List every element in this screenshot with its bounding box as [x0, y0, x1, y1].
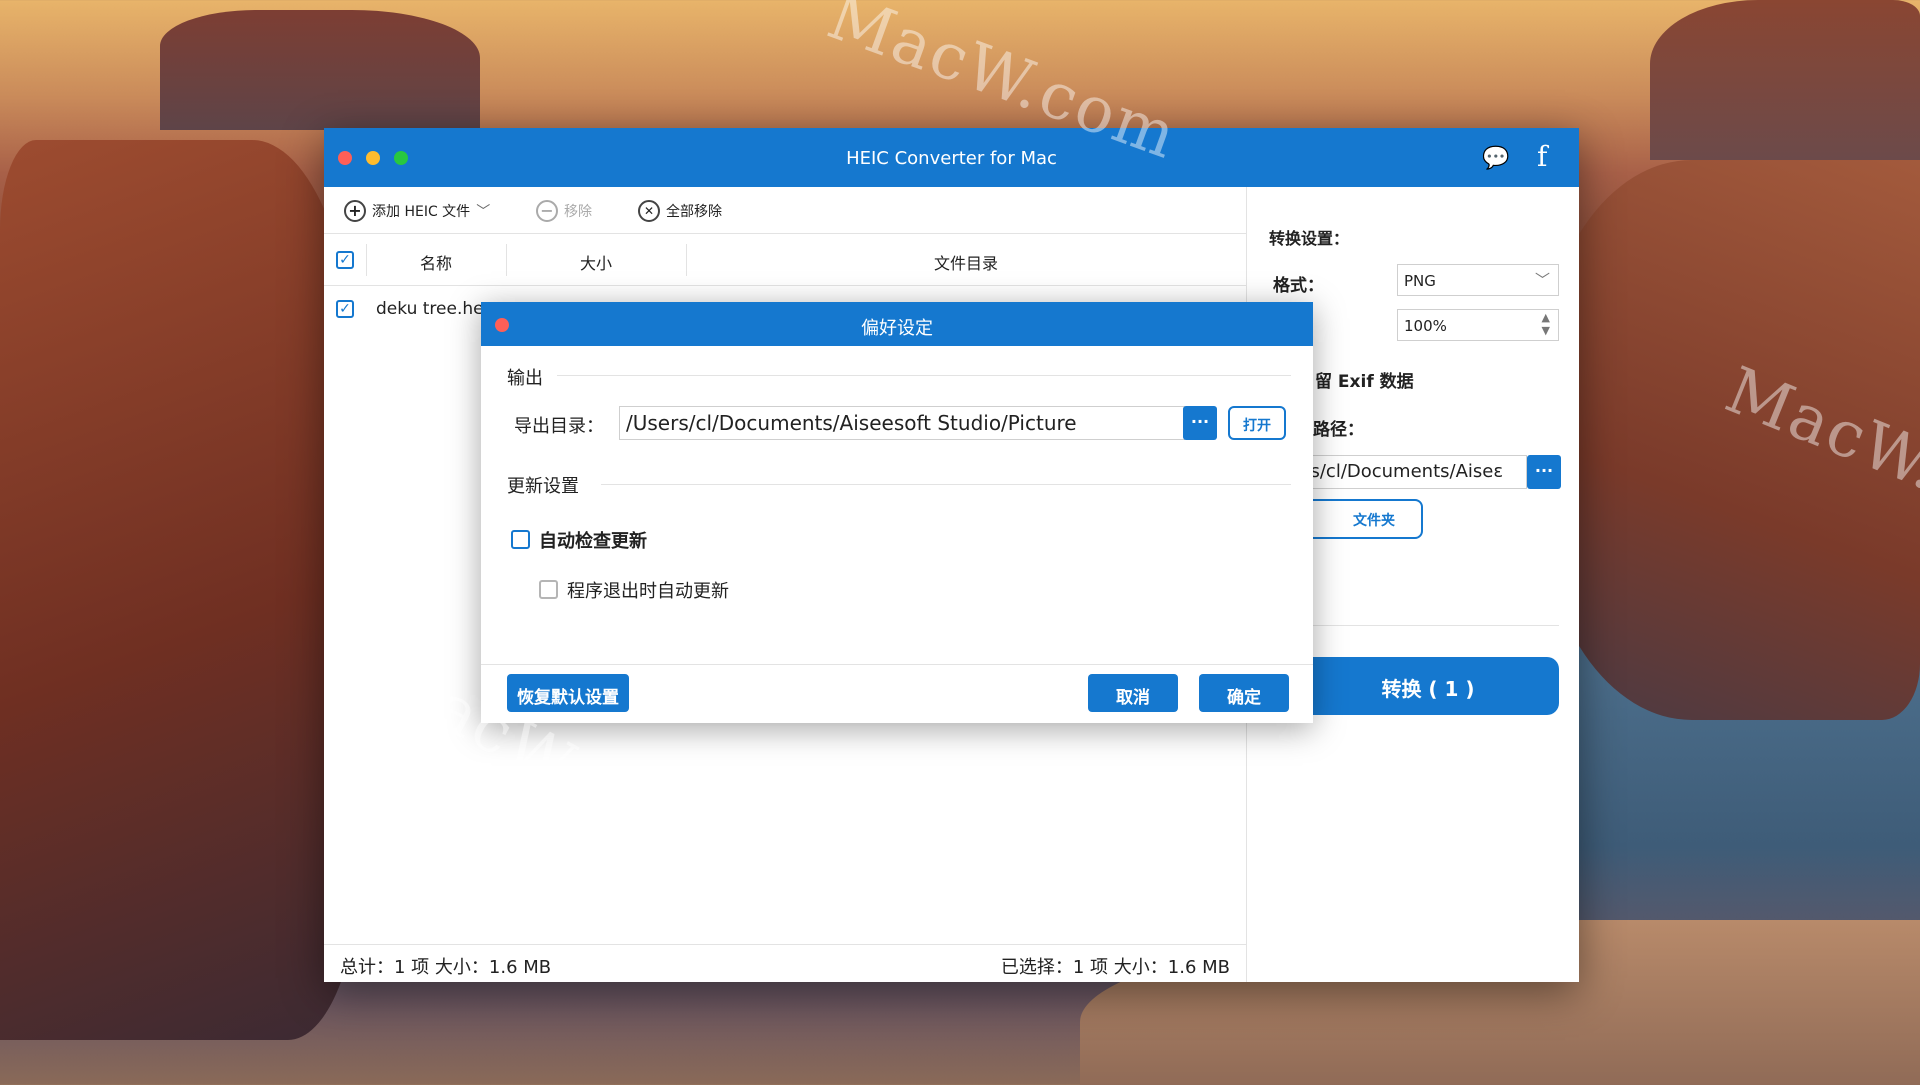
- divider: [557, 375, 1291, 376]
- minus-icon: −: [536, 200, 558, 222]
- divider: [481, 664, 1313, 665]
- quality-stepper[interactable]: 100% ▲ ▼: [1397, 309, 1559, 341]
- total-status: 总计：1 项 大小：1.6 MB: [340, 957, 552, 978]
- plus-icon: +: [344, 200, 366, 222]
- chevron-down-icon[interactable]: ﹀: [476, 201, 490, 221]
- remove-all-button[interactable]: ✕ 全部移除: [638, 200, 722, 222]
- facebook-icon[interactable]: f: [1537, 140, 1547, 173]
- output-path-field[interactable]: ers/cl/Documents/Aiseε: [1287, 455, 1527, 489]
- chevron-down-icon: ﹀: [1534, 271, 1550, 289]
- format-select[interactable]: PNG ﹀: [1397, 264, 1559, 296]
- selected-status: 已选择：1 项 大小：1.6 MB: [1000, 957, 1230, 978]
- open-folder-button[interactable]: 文件夹: [1305, 499, 1423, 539]
- remove-label: 移除: [564, 204, 592, 220]
- auto-check-label: 自动检查更新: [539, 531, 647, 552]
- background-rock: [160, 10, 480, 130]
- column-header-size[interactable]: 大小: [506, 250, 686, 274]
- dialog-title-bar: 偏好设定: [481, 302, 1313, 346]
- browse-dir-button[interactable]: ···: [1183, 406, 1217, 440]
- cancel-button[interactable]: 取消: [1088, 674, 1178, 712]
- row-checkbox[interactable]: ✓: [336, 300, 354, 318]
- title-bar: HEIC Converter for Mac 💬 f: [324, 128, 1579, 187]
- keep-exif-label: 留 Exif 数据: [1315, 372, 1414, 392]
- auto-check-checkbox[interactable]: [511, 530, 530, 549]
- open-dir-button[interactable]: 打开: [1228, 406, 1286, 440]
- output-path-label: 路径：: [1313, 420, 1364, 440]
- quality-value: 100%: [1404, 317, 1447, 335]
- settings-heading: 转换设置：: [1269, 229, 1350, 248]
- window-title: HEIC Converter for Mac: [846, 148, 1057, 169]
- status-bar: 总计：1 项 大小：1.6 MB 已选择：1 项 大小：1.6 MB: [324, 944, 1246, 982]
- preferences-dialog: 偏好设定 输出 导出目录： /Users/cl/Documents/Aisees…: [481, 302, 1313, 723]
- select-all-checkbox[interactable]: ✓: [336, 251, 354, 269]
- browse-path-button[interactable]: ···: [1527, 455, 1561, 489]
- remove-button[interactable]: − 移除: [536, 200, 592, 222]
- format-label: 格式：: [1273, 276, 1324, 296]
- auto-update-exit-checkbox[interactable]: [539, 580, 558, 599]
- toolbar: + 添加 HEIC 文件 ﹀ − 移除 ✕ 全部移除: [324, 187, 1246, 234]
- ok-button[interactable]: 确定: [1199, 674, 1289, 712]
- background-rock: [1650, 0, 1920, 160]
- dialog-title: 偏好设定: [861, 318, 933, 339]
- stepper-arrows-icon[interactable]: ▲ ▼: [1542, 311, 1550, 337]
- add-heic-button[interactable]: + 添加 HEIC 文件 ﹀: [344, 200, 490, 222]
- add-heic-label: 添加 HEIC 文件: [372, 204, 471, 220]
- output-section-title: 输出: [507, 368, 543, 389]
- format-value: PNG: [1404, 272, 1436, 290]
- export-dir-input[interactable]: /Users/cl/Documents/Aiseesoft Studio/Pic…: [619, 406, 1185, 440]
- close-circle-icon: ✕: [638, 200, 660, 222]
- file-name: deku tree.he: [376, 299, 484, 319]
- background-rock: [0, 140, 360, 1040]
- divider: [1297, 625, 1559, 626]
- update-section-title: 更新设置: [507, 476, 579, 497]
- export-dir-label: 导出目录：: [514, 416, 604, 437]
- remove-all-label: 全部移除: [666, 204, 722, 220]
- convert-button[interactable]: 转换 ( 1 ): [1297, 657, 1559, 715]
- column-header-directory[interactable]: 文件目录: [686, 250, 1246, 274]
- column-header-name[interactable]: 名称: [366, 250, 506, 274]
- divider: [601, 484, 1291, 485]
- auto-update-exit-label: 程序退出时自动更新: [567, 581, 729, 602]
- table-header: ✓ 名称 大小 文件目录: [324, 234, 1246, 286]
- chat-icon[interactable]: 💬: [1482, 146, 1509, 171]
